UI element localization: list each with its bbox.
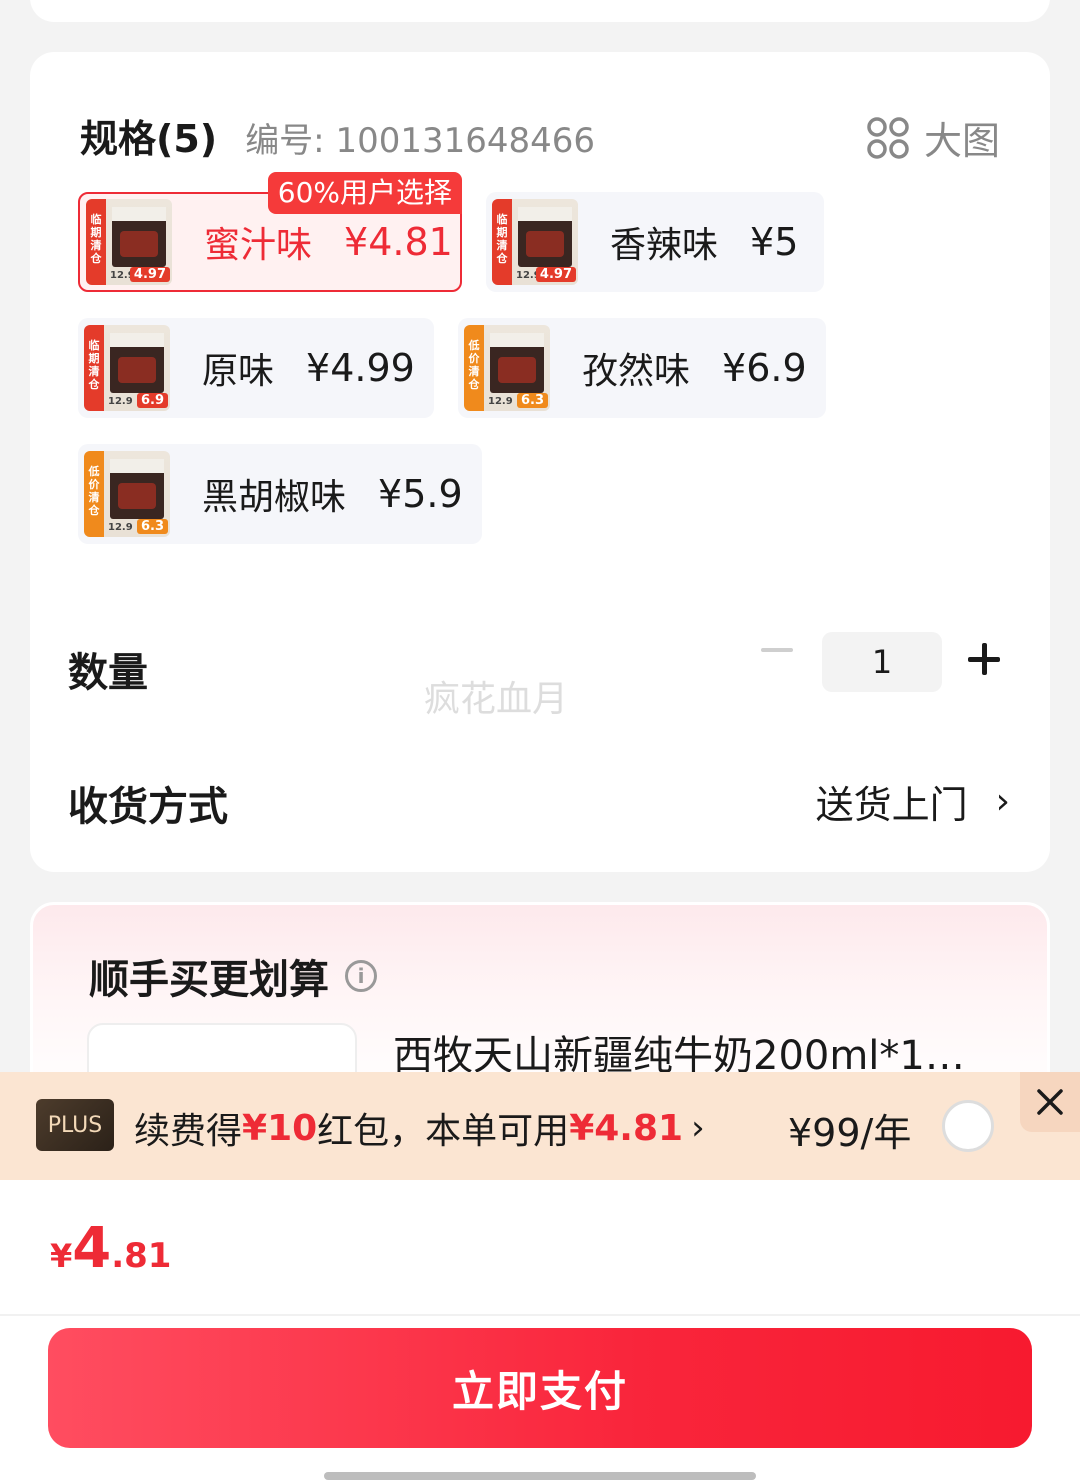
shipping-value: 送货上门 (815, 783, 968, 827)
deal-title: 顺手买更划算 i (89, 947, 377, 1005)
thumb-price-tag: 6.9 (136, 393, 168, 408)
sku-option-original[interactable]: 临期清仓 12.9 6.9 原味 ¥4.99 (78, 318, 434, 418)
plus-price: ¥99/年 (788, 1111, 912, 1155)
sku-option-honey[interactable]: 60%用户选择 临期清仓 12.9 4.97 蜜汁味 ¥4.81 (78, 172, 462, 292)
thumb-old-price: 12.9 (108, 396, 133, 407)
sku-thumbnail: 低价清仓 12.9 6.3 (84, 451, 170, 537)
quantity-label: 数量 (68, 650, 148, 696)
sku-label: 原味 (202, 351, 275, 392)
sku-price: ¥5.9 (378, 472, 463, 516)
sku-label: 香辣味 (610, 225, 719, 266)
thumb-stripe-text: 临期清仓 (496, 213, 508, 265)
sku-thumbnail: 临期清仓 12.9 4.97 (492, 199, 578, 285)
sku-thumbnail: 低价清仓 12.9 6.3 (464, 325, 550, 411)
sku-thumbnail: 临期清仓 12.9 6.9 (84, 325, 170, 411)
thumb-price-tag: 6.3 (516, 393, 548, 408)
shipping-method-selector[interactable]: 送货上门 › (816, 774, 1010, 829)
thumb-stripe-text: 临期清仓 (88, 339, 100, 391)
thumb-old-price: 12.9 (108, 522, 133, 533)
thumb-old-price: 12.9 (488, 396, 513, 407)
spec-title: 规格(5) (80, 117, 218, 161)
quantity-increment-button[interactable] (968, 642, 1004, 678)
thumb-stripe-text: 低价清仓 (468, 339, 480, 391)
popular-badge: 60%用户选择 (267, 172, 462, 214)
chevron-right-icon: › (995, 781, 1010, 822)
big-image-toggle[interactable]: 大图 (866, 110, 1000, 165)
plus-red-packet-amount: ¥10 (242, 1107, 318, 1149)
pay-now-button[interactable]: 立即支付 (48, 1328, 1032, 1448)
thumb-price-tag: 6.3 (136, 519, 168, 534)
thumb-stripe-text: 临期清仓 (90, 213, 102, 265)
sku-price: ¥6.9 (722, 346, 807, 390)
plus-usable-amount: ¥4.81 (569, 1107, 684, 1149)
deal-title-text: 顺手买更划算 (89, 957, 329, 1003)
plus-text-part1: 续费得 (134, 1111, 243, 1152)
home-indicator[interactable] (324, 1472, 756, 1480)
chevron-right-icon: › (691, 1108, 705, 1148)
sku-label: 蜜汁味 (204, 225, 313, 266)
spec-card: 规格(5) 编号: 100131648466 大图 60%用户选择 临期清仓 1… (30, 52, 1050, 872)
checkout-panel: ¥ 4 .81 立即支付 (0, 1180, 1080, 1484)
plus-select-radio[interactable] (942, 1100, 994, 1152)
sku-price: ¥4.81 (344, 220, 453, 264)
sku-price: ¥5 (750, 220, 799, 264)
thumb-stripe-text: 低价清仓 (88, 465, 100, 517)
quantity-decrement-button[interactable] (760, 630, 794, 670)
sku-label: 黑胡椒味 (202, 477, 347, 518)
sku-option-spicy[interactable]: 临期清仓 12.9 4.97 香辣味 ¥5 (486, 192, 824, 292)
big-image-label: 大图 (923, 119, 1000, 163)
thumb-price-tag: 4.97 (535, 267, 576, 282)
plus-badge: PLUS (36, 1099, 114, 1151)
minus-icon (761, 648, 793, 652)
total-decimal: .81 (111, 1236, 172, 1276)
sku-option-black-pepper[interactable]: 低价清仓 12.9 6.3 黑胡椒味 ¥5.9 (78, 444, 482, 544)
quantity-input[interactable]: 1 (822, 632, 942, 692)
grid-icon (867, 116, 909, 159)
plus-close-button[interactable] (1020, 1072, 1080, 1132)
thumb-price-tag: 4.97 (129, 267, 170, 282)
previous-card (30, 0, 1050, 22)
divider (0, 1314, 1080, 1316)
sku-thumbnail: 临期清仓 12.9 4.97 (86, 199, 172, 285)
product-code: 编号: 100131648466 (245, 121, 596, 161)
total-integer: 4 (72, 1216, 112, 1281)
plus-text-part2: 红包，本单可用 (317, 1111, 570, 1152)
plus-offer-text[interactable]: 续费得 ¥10 红包，本单可用 ¥4.81 › (134, 1102, 705, 1154)
shipping-label: 收货方式 (68, 784, 228, 830)
sku-price: ¥4.99 (306, 346, 415, 390)
total-price: ¥ 4 .81 (50, 1216, 171, 1281)
watermark: 疯花血月 (424, 679, 569, 720)
plus-membership-bar[interactable]: PLUS 续费得 ¥10 红包，本单可用 ¥4.81 › ¥99/年 (0, 1072, 1080, 1180)
sku-option-cumin[interactable]: 低价清仓 12.9 6.3 孜然味 ¥6.9 (458, 318, 826, 418)
spec-header: 规格(5) 编号: 100131648466 (80, 108, 595, 161)
total-currency: ¥ (50, 1237, 73, 1275)
sku-label: 孜然味 (582, 351, 691, 392)
info-icon[interactable]: i (345, 960, 377, 992)
close-icon (1037, 1089, 1063, 1115)
